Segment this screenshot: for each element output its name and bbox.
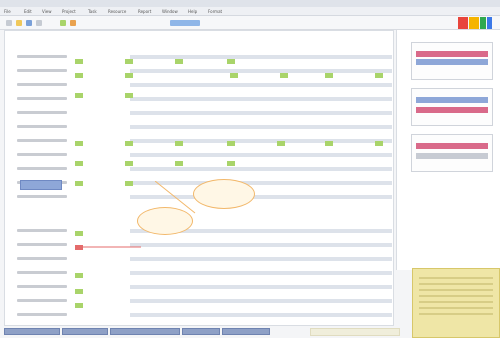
- status-marker: [75, 93, 83, 98]
- table-row[interactable]: [5, 123, 393, 131]
- table-row[interactable]: [5, 95, 393, 103]
- callout-connector: [75, 246, 141, 248]
- status-marker: [75, 59, 83, 64]
- undo-icon[interactable]: [60, 20, 66, 26]
- status-marker: [75, 181, 83, 186]
- preview-band: [416, 153, 488, 159]
- tab-sheet-5[interactable]: [222, 328, 270, 335]
- preview-band: [416, 51, 488, 57]
- preview-thumbnail[interactable]: [411, 42, 493, 80]
- print-icon[interactable]: [36, 20, 42, 26]
- table-row[interactable]: [5, 137, 393, 145]
- table-row[interactable]: [5, 151, 393, 159]
- menu-bar: File Edit View Project Task Resource Rep…: [0, 7, 500, 16]
- preview-band: [416, 143, 488, 149]
- preview-band: [416, 107, 488, 113]
- status-marker: [325, 141, 333, 146]
- status-marker: [125, 93, 133, 98]
- status-marker: [175, 59, 183, 64]
- office-logo-icon: [458, 17, 492, 29]
- action-button[interactable]: [20, 180, 62, 190]
- menu-item-format[interactable]: Format: [208, 9, 222, 14]
- status-marker: [375, 73, 383, 78]
- status-marker: [125, 141, 133, 146]
- table-row[interactable]: [5, 81, 393, 89]
- status-marker: [75, 231, 83, 236]
- status-marker: [75, 141, 83, 146]
- status-marker: [375, 141, 383, 146]
- project-grid: [4, 30, 394, 326]
- preview-band: [416, 97, 488, 103]
- preview-band: [416, 59, 488, 65]
- callout-bubble: [137, 207, 193, 235]
- tab-sheet-2[interactable]: [62, 328, 108, 335]
- save-icon[interactable]: [26, 20, 32, 26]
- status-marker: [125, 181, 133, 186]
- redo-icon[interactable]: [70, 20, 76, 26]
- tab-sheet-3[interactable]: [110, 328, 180, 335]
- menu-item-task[interactable]: Task: [88, 9, 97, 14]
- status-marker: [75, 161, 83, 166]
- tab-sheet-4[interactable]: [182, 328, 220, 335]
- table-row[interactable]: [5, 109, 393, 117]
- table-row[interactable]: [5, 283, 393, 291]
- table-row[interactable]: [5, 255, 393, 263]
- preview-panel: [396, 30, 500, 270]
- table-row[interactable]: [5, 241, 393, 249]
- status-marker: [325, 73, 333, 78]
- table-row[interactable]: [5, 53, 393, 61]
- menu-item-edit[interactable]: Edit: [24, 9, 32, 14]
- status-marker: [230, 73, 238, 78]
- menu-item-file[interactable]: File: [4, 9, 11, 14]
- status-marker: [75, 273, 83, 278]
- menu-item-project[interactable]: Project: [62, 9, 76, 14]
- status-marker: [175, 141, 183, 146]
- zoom-icon[interactable]: [170, 20, 200, 26]
- status-marker: [227, 59, 235, 64]
- tab-sheet-1[interactable]: [4, 328, 60, 335]
- status-marker: [75, 289, 83, 294]
- callout-bubble: [193, 179, 255, 209]
- preview-thumbnail[interactable]: [411, 134, 493, 172]
- status-marker: [75, 73, 83, 78]
- status-marker: [175, 161, 183, 166]
- window-titlebar: [0, 0, 500, 7]
- menu-item-window[interactable]: Window: [162, 9, 178, 14]
- table-row[interactable]: [5, 67, 393, 75]
- status-marker: [227, 141, 235, 146]
- status-marker: [227, 161, 235, 166]
- sheet-tabs: [0, 326, 290, 336]
- open-icon[interactable]: [16, 20, 22, 26]
- menu-item-report[interactable]: Report: [138, 9, 151, 14]
- status-marker: [277, 141, 285, 146]
- status-marker: [75, 303, 83, 308]
- table-row[interactable]: [5, 297, 393, 305]
- status-marker: [125, 73, 133, 78]
- menu-item-view[interactable]: View: [42, 9, 52, 14]
- status-marker: [280, 73, 288, 78]
- table-row[interactable]: [5, 269, 393, 277]
- table-row[interactable]: [5, 165, 393, 173]
- table-row[interactable]: [5, 311, 393, 319]
- menu-item-resource[interactable]: Resource: [108, 9, 126, 14]
- status-bar: [310, 328, 400, 336]
- status-marker: [125, 59, 133, 64]
- new-icon[interactable]: [6, 20, 12, 26]
- toolbar: [0, 16, 500, 30]
- status-marker: [125, 161, 133, 166]
- sticky-note: [412, 268, 500, 338]
- preview-thumbnail[interactable]: [411, 88, 493, 126]
- table-row[interactable]: [5, 227, 393, 235]
- menu-item-help[interactable]: Help: [188, 9, 197, 14]
